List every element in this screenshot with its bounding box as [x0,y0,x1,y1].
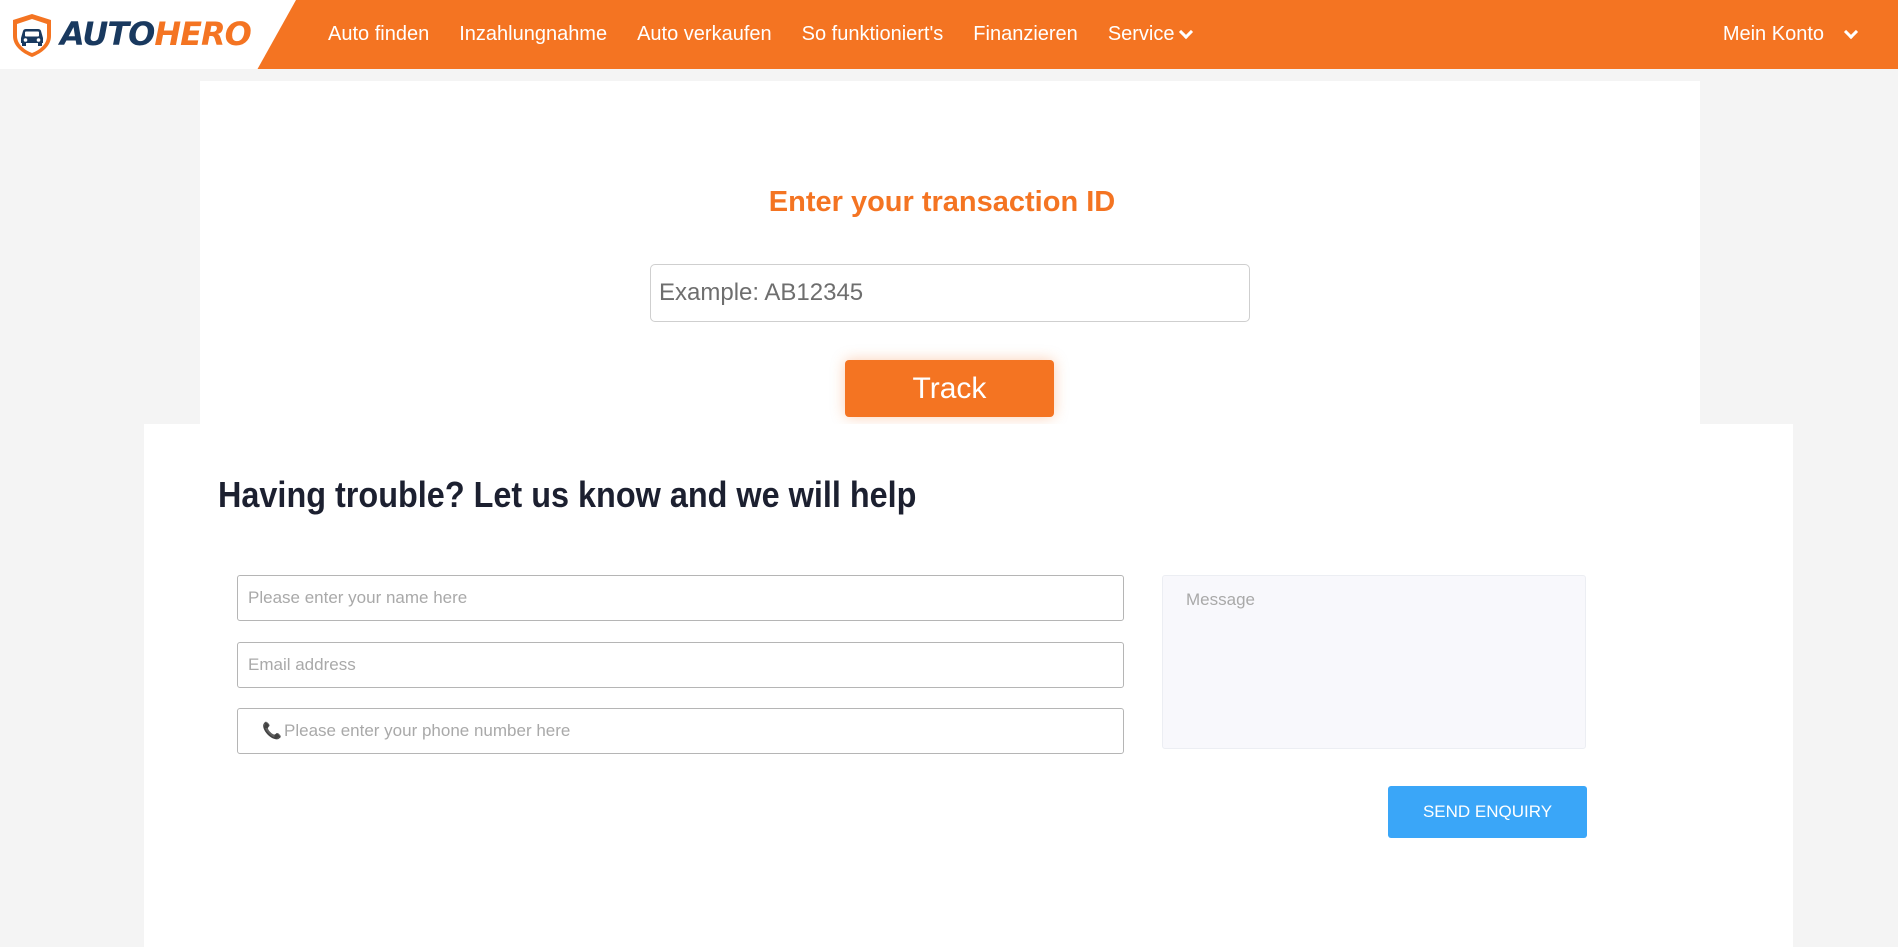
main-nav: Auto finden Inzahlungnahme Auto verkaufe… [328,0,1221,69]
logo-wordmark: AUTOHERO [60,14,252,54]
nav-item-service-label: Service [1107,23,1175,45]
top-navigation-bar: AUTOHERO Auto finden Inzahlungnahme Auto… [0,0,1898,69]
send-enquiry-button[interactable]: SEND ENQUIRY [1388,786,1587,838]
nav-item-service[interactable]: Service [1107,23,1193,46]
help-title: Having trouble? Let us know and we will … [218,474,917,515]
phone-field-wrapper: 📞 [237,708,1124,754]
nav-item-so-funktionierts[interactable]: So funktioniert's [802,23,944,46]
car-shield-logo-icon [13,14,51,57]
name-field[interactable] [237,575,1124,621]
tracking-panel: Enter your transaction ID Track [200,81,1700,424]
nav-item-auto-verkaufen[interactable]: Auto verkaufen [637,23,772,46]
logo-text-auto: AUTO [60,15,155,53]
tracking-title: Enter your transaction ID [768,186,1116,218]
track-button[interactable]: Track [845,360,1054,417]
logo-text-hero: HERO [154,15,251,53]
phone-icon: 📞 [262,723,282,740]
transaction-id-input[interactable] [650,264,1250,322]
nav-item-inzahlungnahme[interactable]: Inzahlungnahme [459,23,607,46]
email-field[interactable] [237,642,1124,688]
nav-item-auto-finden[interactable]: Auto finden [328,23,429,46]
message-field[interactable] [1162,575,1586,749]
account-label: Mein Konto [1722,23,1824,45]
chevron-down-icon [1178,24,1193,39]
account-menu[interactable]: Mein Konto [1722,0,1859,69]
logo-link[interactable]: AUTOHERO [0,0,296,69]
chevron-down-icon [1843,24,1859,39]
nav-item-finanzieren[interactable]: Finanzieren [973,23,1078,46]
phone-field[interactable] [284,709,1114,753]
help-panel: Having trouble? Let us know and we will … [144,424,1793,947]
